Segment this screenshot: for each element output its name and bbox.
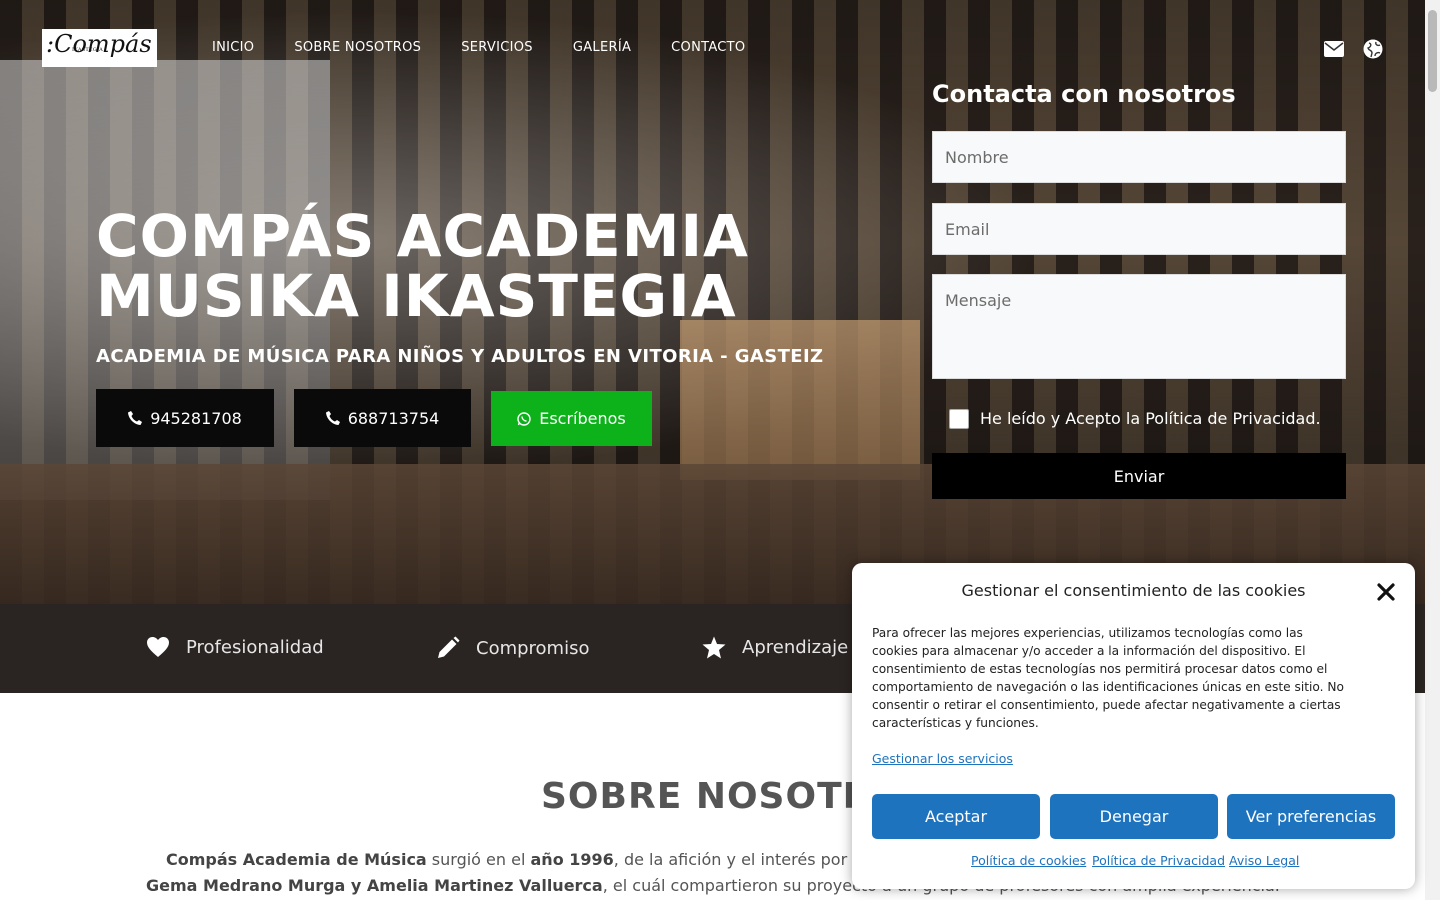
feature-compromiso: Compromiso — [436, 636, 589, 660]
cookie-description: Para ofrecer las mejores experiencias, u… — [872, 626, 1344, 730]
privacy-policy-link[interactable]: Política de Privacidad — [1092, 853, 1225, 868]
whatsapp-button[interactable]: Escríbenos — [491, 391, 652, 446]
star-icon — [702, 636, 726, 659]
accept-button[interactable]: Aceptar — [872, 794, 1040, 839]
phone-icon — [325, 411, 340, 425]
pencil-icon — [438, 636, 460, 658]
feature-aprendizaje: Aprendizaje — [702, 636, 848, 659]
envelope-icon[interactable] — [1323, 38, 1345, 60]
privacy-checkbox[interactable] — [949, 409, 969, 429]
cookie-consent-modal: Gestionar el consentimiento de las cooki… — [852, 563, 1415, 889]
about-text: surgió en el — [426, 850, 531, 869]
message-placeholder: Mensaje — [945, 291, 1012, 310]
hero-subtitle: ACADEMIA DE MÚSICA PARA NIÑOS Y ADULTOS … — [96, 346, 824, 367]
cookie-title: Gestionar el consentimiento de las cooki… — [961, 581, 1306, 600]
message-field[interactable]: Mensaje — [932, 274, 1346, 379]
feature-label: Aprendizaje — [742, 637, 849, 658]
about-paragraph-line1: Compás Academia de Música surgió en el a… — [166, 850, 847, 869]
hero-title-line1: COMPÁS ACADEMIA — [96, 202, 749, 270]
hero-title: COMPÁS ACADEMIA MUSIKA IKASTEGIA — [96, 206, 876, 326]
submit-button[interactable]: Enviar — [932, 453, 1346, 499]
logo-subtext: ACADEMIA MUSIKA IKASTEGIA — [72, 47, 103, 53]
hero-desk — [680, 320, 920, 480]
feature-profesionalidad: Profesionalidad — [146, 636, 324, 658]
feature-label: Compromiso — [476, 637, 590, 659]
phone2-label: 688713754 — [347, 408, 440, 428]
deny-button[interactable]: Denegar — [1050, 794, 1218, 839]
email-field[interactable]: Email — [932, 203, 1346, 255]
privacy-label: He leído y Acepto la Política de Privaci… — [980, 409, 1321, 428]
site-logo[interactable]: :Compás ACADEMIA MUSIKA IKASTEGIA — [42, 29, 157, 67]
whatsapp-label: Escríbenos — [539, 409, 626, 428]
contact-form-title: Contacta con nosotros — [932, 80, 1236, 108]
phone-icon — [128, 411, 143, 425]
about-academy-name: Compás Academia de Música — [166, 850, 427, 869]
heart-icon — [147, 637, 169, 657]
main-nav: INICIO SOBRE NOSOTROS SERVICIOS GALERÍA … — [212, 40, 745, 55]
scrollbar-thumb[interactable] — [1428, 10, 1437, 92]
about-year: año 1996 — [530, 850, 614, 869]
close-icon[interactable] — [1376, 582, 1396, 602]
name-field[interactable]: Nombre — [932, 131, 1346, 183]
hero-title-line2: MUSIKA IKASTEGIA — [96, 262, 737, 330]
legal-notice-link[interactable]: Aviso Legal — [1229, 853, 1299, 868]
page-scrollbar[interactable] — [1425, 0, 1440, 900]
about-text: , de la afición y el interés por — [613, 850, 848, 869]
nav-sobre-nosotros[interactable]: SOBRE NOSOTROS — [294, 40, 421, 55]
cookie-policy-link[interactable]: Política de cookies — [971, 853, 1086, 868]
manage-services-link[interactable]: Gestionar los servicios — [872, 751, 1013, 766]
nav-galeria[interactable]: GALERÍA — [573, 40, 631, 55]
preferences-button[interactable]: Ver preferencias — [1227, 794, 1395, 839]
phone1-label: 945281708 — [150, 408, 242, 428]
whatsapp-icon — [517, 411, 531, 426]
nav-contacto[interactable]: CONTACTO — [671, 40, 745, 55]
email-placeholder: Email — [945, 219, 990, 239]
about-founders: Gema Medrano Murga y Amelia Martinez Val… — [146, 876, 603, 895]
feature-label: Profesionalidad — [186, 636, 324, 658]
name-placeholder: Nombre — [945, 147, 1009, 167]
phone1-button[interactable]: 945281708 — [96, 389, 274, 447]
globe-icon[interactable] — [1362, 38, 1384, 60]
nav-inicio[interactable]: INICIO — [212, 40, 254, 55]
phone2-button[interactable]: 688713754 — [294, 389, 471, 447]
nav-servicios[interactable]: SERVICIOS — [461, 40, 533, 55]
